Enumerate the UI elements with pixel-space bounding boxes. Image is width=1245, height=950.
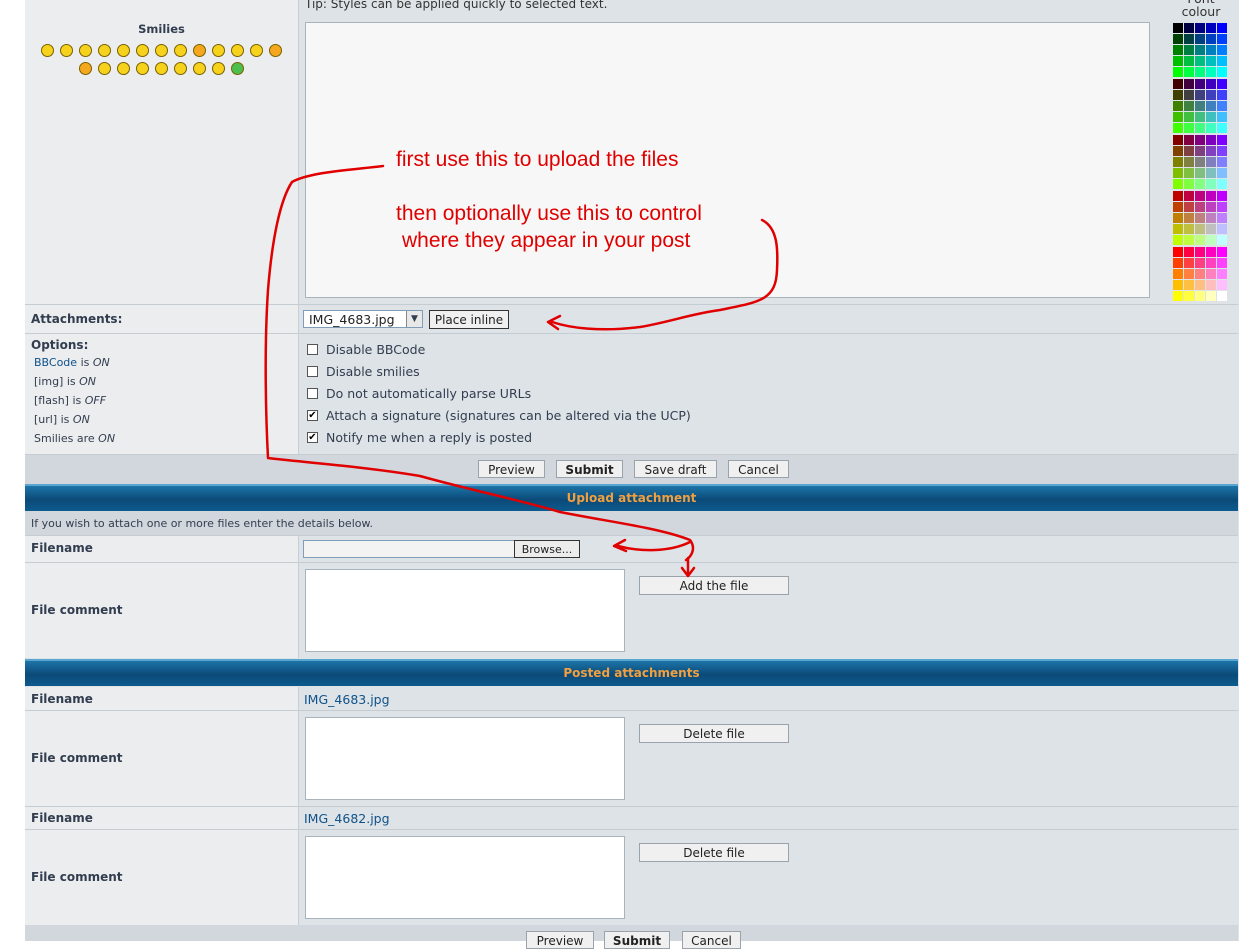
arrow-to-add-file bbox=[680, 556, 696, 578]
annotation-arrows bbox=[264, 164, 779, 578]
annotation-upload-text: first use this to upload the files bbox=[396, 148, 679, 171]
annotation-control-text: then optionally use this to control bbox=[396, 202, 702, 225]
annotation-appear-text: where they appear in your post bbox=[402, 229, 691, 252]
